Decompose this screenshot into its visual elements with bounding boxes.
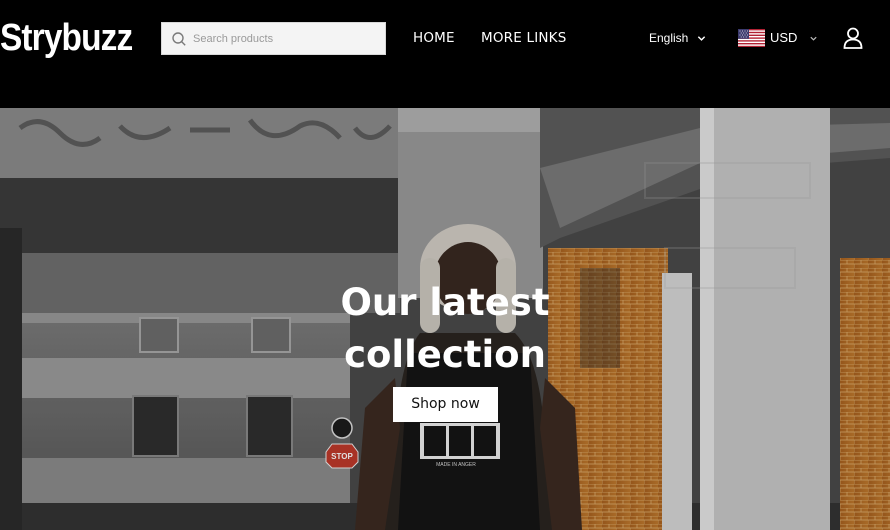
site-header: Strybuzz HOME MORE LINKS English xyxy=(0,0,890,108)
currency-selector[interactable]: USD xyxy=(738,29,818,47)
search-icon xyxy=(172,31,186,46)
chevron-down-icon xyxy=(698,35,706,41)
language-selector[interactable]: English xyxy=(649,30,706,46)
search-input[interactable] xyxy=(193,23,373,54)
logo[interactable]: Strybuzz xyxy=(0,14,133,62)
hero-title-line2: collection xyxy=(344,333,546,376)
us-flag-icon xyxy=(738,29,765,47)
search-box[interactable] xyxy=(161,22,386,55)
shop-now-button[interactable]: Shop now xyxy=(393,387,498,422)
currency-label: USD xyxy=(770,30,798,45)
nav-home[interactable]: HOME xyxy=(413,29,455,47)
hero-title-line1: Our latest xyxy=(340,281,550,324)
hero-banner: STOP MADE IN ANGER Our latest collection… xyxy=(0,108,890,530)
user-icon[interactable] xyxy=(843,27,863,49)
nav-more-links[interactable]: MORE LINKS xyxy=(481,29,567,47)
chevron-down-icon xyxy=(810,36,818,41)
language-label: English xyxy=(649,31,689,45)
